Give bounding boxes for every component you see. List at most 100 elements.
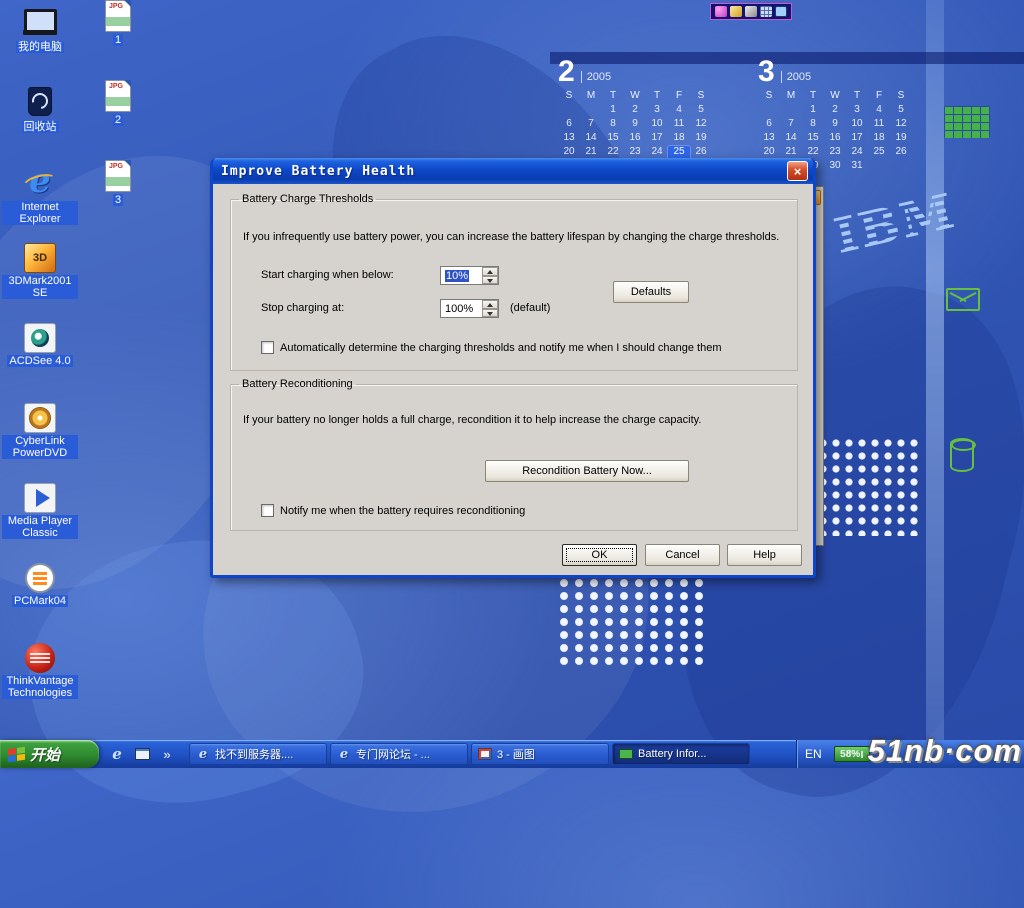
defaults-button[interactable]: Defaults (613, 281, 689, 303)
task-icon (337, 747, 351, 761)
calendar-day: 1 (802, 104, 824, 118)
desktop-icon[interactable]: Internet Explorer (2, 163, 78, 243)
calendar-day (758, 104, 780, 118)
cancel-button[interactable]: Cancel (645, 544, 720, 566)
start-button-label: 开始 (30, 744, 60, 765)
keyboard-grid-icon (944, 106, 990, 138)
start-threshold-spinner[interactable]: 10% (440, 266, 499, 285)
start-threshold-value[interactable]: 10% (445, 270, 469, 282)
desktop-file-icon[interactable]: 3 (94, 160, 142, 240)
mini-toolbar-icon[interactable] (730, 6, 742, 17)
desktop-icon-image (24, 323, 56, 353)
default-note: (default) (510, 302, 550, 314)
desktop-file-label: 1 (113, 34, 123, 46)
desktop-icon[interactable]: PCMark04 (2, 563, 78, 643)
thresholds-description: If you infrequently use battery power, y… (243, 231, 788, 243)
ok-button[interactable]: OK (562, 544, 637, 566)
checkbox-box[interactable] (261, 341, 274, 354)
checkbox-box[interactable] (261, 504, 274, 517)
notify-reconditioning-checkbox[interactable]: Notify me when the battery requires reco… (261, 504, 525, 517)
desktop-icon-label: Internet Explorer (2, 201, 78, 225)
quick-launch-icon[interactable] (132, 744, 152, 764)
checkbox-label: Notify me when the battery requires reco… (280, 505, 525, 517)
mini-toolbar-icon[interactable] (745, 6, 757, 17)
desktop-icon[interactable]: ThinkVantage Technologies (2, 643, 78, 723)
calendar-day: 11 (868, 118, 890, 132)
calendar-day: 12 (690, 118, 712, 132)
calendar-day-header: M (780, 90, 802, 104)
cylinder-icon (950, 438, 974, 472)
desktop-icon-image (24, 243, 56, 273)
calendar-day: 16 (824, 132, 846, 146)
calendar-day (558, 104, 580, 118)
dots-pattern-bottom (558, 578, 710, 668)
calendar-day: 6 (558, 118, 580, 132)
calendar-day: 6 (758, 118, 780, 132)
taskbar-task-area: 找不到服务器.... 专门网论坛 - ... 3 - 画图 Battery In… (187, 740, 796, 768)
language-indicator[interactable]: EN (805, 747, 822, 761)
taskbar-task-button[interactable]: 3 - 画图 (471, 743, 609, 765)
mini-toolbar-icon[interactable] (715, 6, 727, 17)
calendar-day: 4 (868, 104, 890, 118)
calendar-day: 15 (802, 132, 824, 146)
stop-threshold-spinner[interactable]: 100% (440, 299, 499, 318)
quick-launch-icon[interactable] (157, 744, 177, 764)
calendar-day: 26 (890, 146, 912, 160)
dialog-title: Improve Battery Health (221, 164, 415, 179)
desktop-icon[interactable]: 3DMark2001 SE (2, 243, 78, 323)
mini-toolbar-icon[interactable] (775, 6, 787, 17)
desktop-icon[interactable]: 我的电脑 (2, 3, 78, 83)
jpg-file-icon (105, 0, 131, 32)
desktop-icon[interactable]: Media Player Classic (2, 483, 78, 563)
desktop-file-icon[interactable]: 1 (94, 0, 142, 80)
taskbar-task-button[interactable]: Battery Infor... (612, 743, 750, 765)
reconditioning-description: If your battery no longer holds a full c… (243, 414, 788, 426)
taskbar-task-button[interactable]: 专门网论坛 - ... (330, 743, 468, 765)
battery-tray-icon[interactable]: 58% (834, 746, 870, 762)
calendar-day: 18 (868, 132, 890, 146)
auto-determine-checkbox[interactable]: Automatically determine the charging thr… (261, 341, 721, 354)
spin-down-icon[interactable] (482, 309, 498, 318)
spin-down-icon[interactable] (482, 276, 498, 285)
desktop-file-icon[interactable]: 2 (94, 80, 142, 160)
calendar-day: 12 (890, 118, 912, 132)
calendar-day: 13 (758, 132, 780, 146)
battery-reconditioning-group: Battery Reconditioning If your battery n… (230, 378, 798, 531)
desktop-file-label: 2 (113, 114, 123, 126)
recondition-battery-button[interactable]: Recondition Battery Now... (485, 460, 689, 482)
calendar-day: 30 (824, 160, 846, 174)
desktop-icon-image (22, 83, 58, 119)
calendar-day-header: T (802, 90, 824, 104)
calendar-day: 19 (690, 132, 712, 146)
mini-toolbar-icon[interactable] (760, 6, 772, 17)
desktop-mini-toolbar[interactable] (710, 3, 792, 20)
spin-up-icon[interactable] (482, 267, 498, 276)
help-button[interactable]: Help (727, 544, 802, 566)
calendar-day: 18 (668, 132, 690, 146)
desktop-icon[interactable]: CyberLink PowerDVD (2, 403, 78, 483)
desktop-icon-label: 我的电脑 (16, 41, 64, 53)
stop-threshold-value[interactable]: 100% (441, 300, 482, 317)
dialog-titlebar[interactable]: Improve Battery Health (213, 158, 813, 184)
desktop-icon[interactable]: ACDSee 4.0 (2, 323, 78, 403)
calendar-day: 9 (824, 118, 846, 132)
start-button[interactable]: 开始 (0, 740, 99, 768)
watermark: 51nb·com (868, 733, 1022, 769)
desktop-icon-column: 我的电脑 回收站 Internet Explorer 3DMark2001 SE… (2, 3, 78, 723)
close-icon[interactable] (787, 161, 808, 181)
calendar-day: 10 (846, 118, 868, 132)
group-caption: Battery Reconditioning (239, 378, 356, 390)
battery-percent: 58% (840, 749, 860, 760)
spin-up-icon[interactable] (482, 300, 498, 309)
desktop-icon[interactable]: 回收站 (2, 83, 78, 163)
calendar-day: 19 (890, 132, 912, 146)
calendar-day (780, 104, 802, 118)
stop-charging-label: Stop charging at: (261, 302, 344, 314)
calendar-year: 2005 (581, 71, 611, 83)
taskbar-task-button[interactable]: 找不到服务器.... (189, 743, 327, 765)
calendar-day-header: S (890, 90, 912, 104)
desktop-file-label: 3 (113, 194, 123, 206)
windows-logo-icon (8, 746, 25, 761)
quick-launch-icon[interactable] (107, 744, 127, 764)
calendar-month-number: 3 (758, 59, 775, 85)
